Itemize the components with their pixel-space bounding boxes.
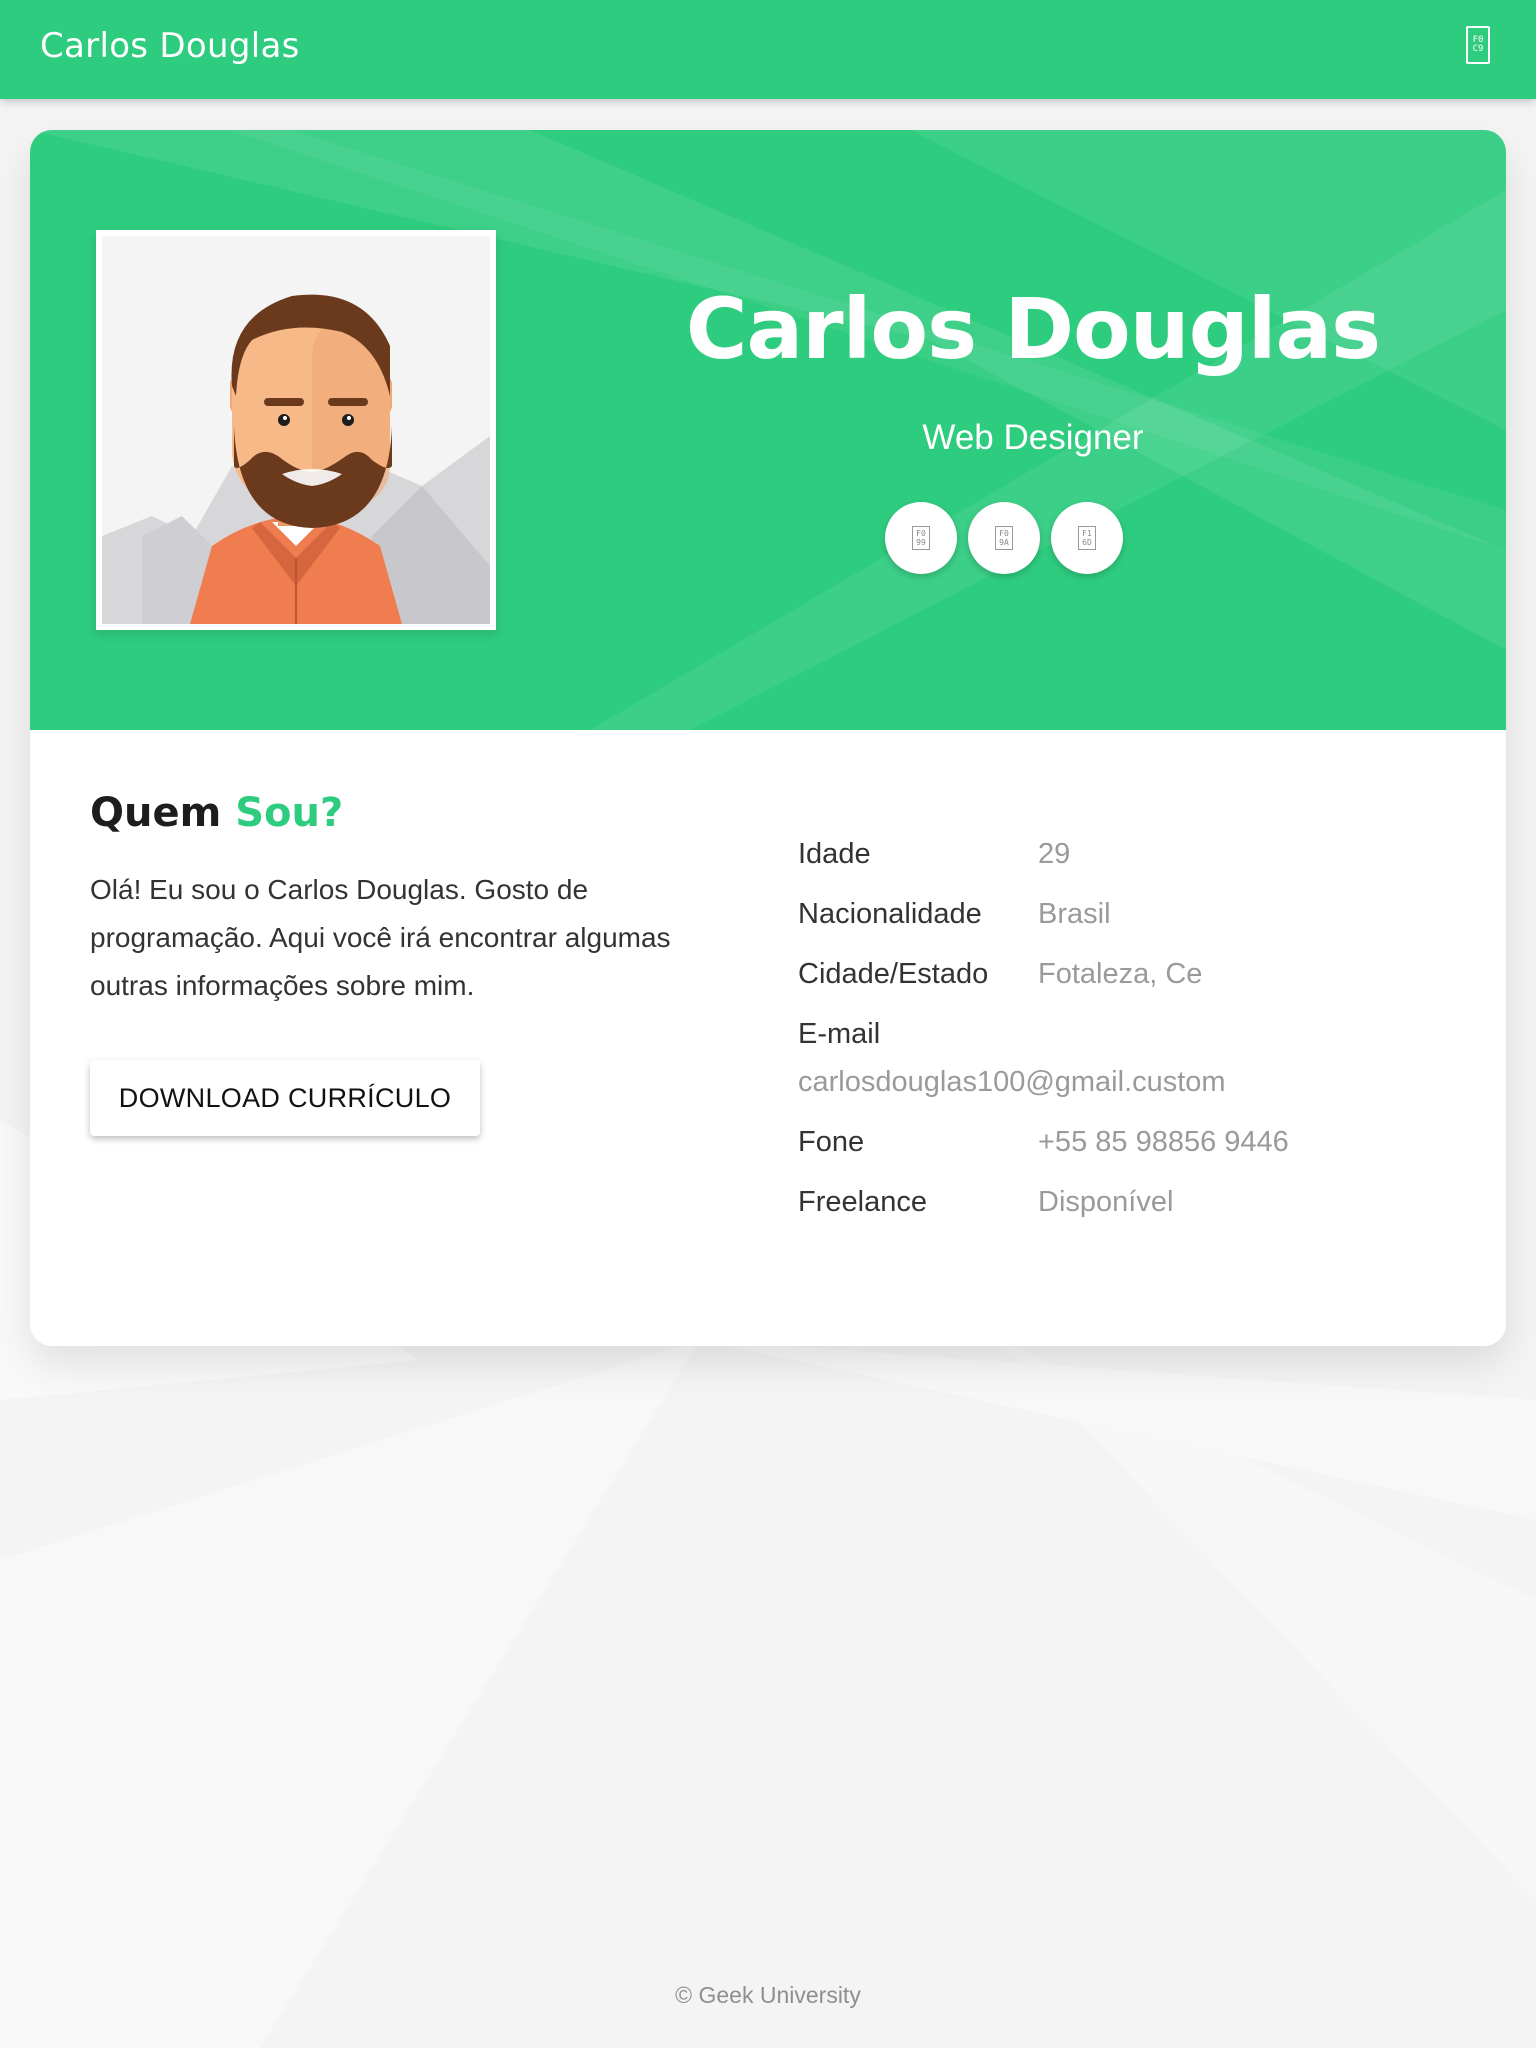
social-icon-3-glyph-1: F1	[1082, 529, 1092, 538]
info-row-freelance: Freelance Disponível	[798, 1172, 1458, 1232]
brand-title[interactable]: Carlos Douglas	[40, 26, 300, 66]
info-list: Idade 29 Nacionalidade Brasil Cidade/Est…	[798, 824, 1458, 1232]
info-value-phone: +55 85 98856 9446	[1038, 1126, 1289, 1158]
profile-hero: Carlos Douglas Web Designer F0 99 F0 9A …	[30, 130, 1506, 730]
bearded-man-avatar-icon	[102, 236, 490, 624]
avatar	[96, 230, 496, 630]
info-label-phone: Fone	[798, 1126, 865, 1158]
social-icon-3: F1 6D	[1078, 526, 1096, 550]
social-icon-2-glyph-1: F0	[999, 529, 1009, 538]
about-text: Olá! Eu sou o Carlos Douglas. Gosto de p…	[90, 874, 671, 1001]
info-value-freelance: Disponível	[1038, 1186, 1174, 1218]
social-button-2[interactable]: F0 9A	[968, 502, 1040, 574]
social-icon-2-glyph-2: 9A	[999, 538, 1009, 547]
info-label-freelance: Freelance	[798, 1186, 927, 1218]
info-row-nationality: Nacionalidade Brasil	[798, 884, 1458, 944]
top-app-bar: Carlos Douglas F0 C9	[0, 0, 1536, 99]
social-icon-1-glyph-1: F0	[916, 529, 926, 538]
profile-role: Web Designer	[922, 418, 1144, 457]
info-label-nationality: Nacionalidade	[798, 898, 982, 930]
social-icon-1-glyph-2: 99	[916, 538, 926, 547]
social-icon-2: F0 9A	[995, 526, 1013, 550]
social-button-1[interactable]: F0 99	[885, 502, 957, 574]
profile-name: Carlos Douglas	[685, 280, 1381, 378]
info-label-age: Idade	[798, 838, 871, 870]
info-value-age: 29	[1038, 838, 1071, 870]
info-row-age: Idade 29	[798, 824, 1458, 884]
profile-card: Carlos Douglas Web Designer F0 99 F0 9A …	[30, 130, 1506, 1346]
social-icon-3-glyph-2: 6D	[1082, 538, 1092, 547]
social-icon-1: F0 99	[912, 526, 930, 550]
info-row-email: E-mail carlosdouglas100@gmail.custom	[798, 1004, 1458, 1112]
about-title-accent: Sou?	[235, 790, 344, 836]
social-button-3[interactable]: F1 6D	[1051, 502, 1123, 574]
info-row-phone: Fone +55 85 98856 9446	[798, 1112, 1458, 1172]
about-title: Quem Sou?	[90, 790, 343, 836]
download-cv-button[interactable]: DOWNLOAD CURRÍCULO	[90, 1060, 480, 1136]
info-label-city: Cidade/Estado	[798, 958, 989, 990]
social-links: F0 99 F0 9A F1 6D	[885, 502, 1123, 574]
footer-text: © Geek University	[675, 1982, 861, 2008]
info-value-nationality: Brasil	[1038, 898, 1111, 930]
info-value-city: Fotaleza, Ce	[1038, 958, 1203, 990]
info-value-email[interactable]: carlosdouglas100@gmail.custom	[798, 1052, 1226, 1112]
info-row-city: Cidade/Estado Fotaleza, Ce	[798, 944, 1458, 1004]
about-title-main: Quem	[90, 790, 222, 836]
menu-icon-glyph-2: C9	[1472, 44, 1484, 54]
menu-icon[interactable]: F0 C9	[1466, 26, 1490, 64]
